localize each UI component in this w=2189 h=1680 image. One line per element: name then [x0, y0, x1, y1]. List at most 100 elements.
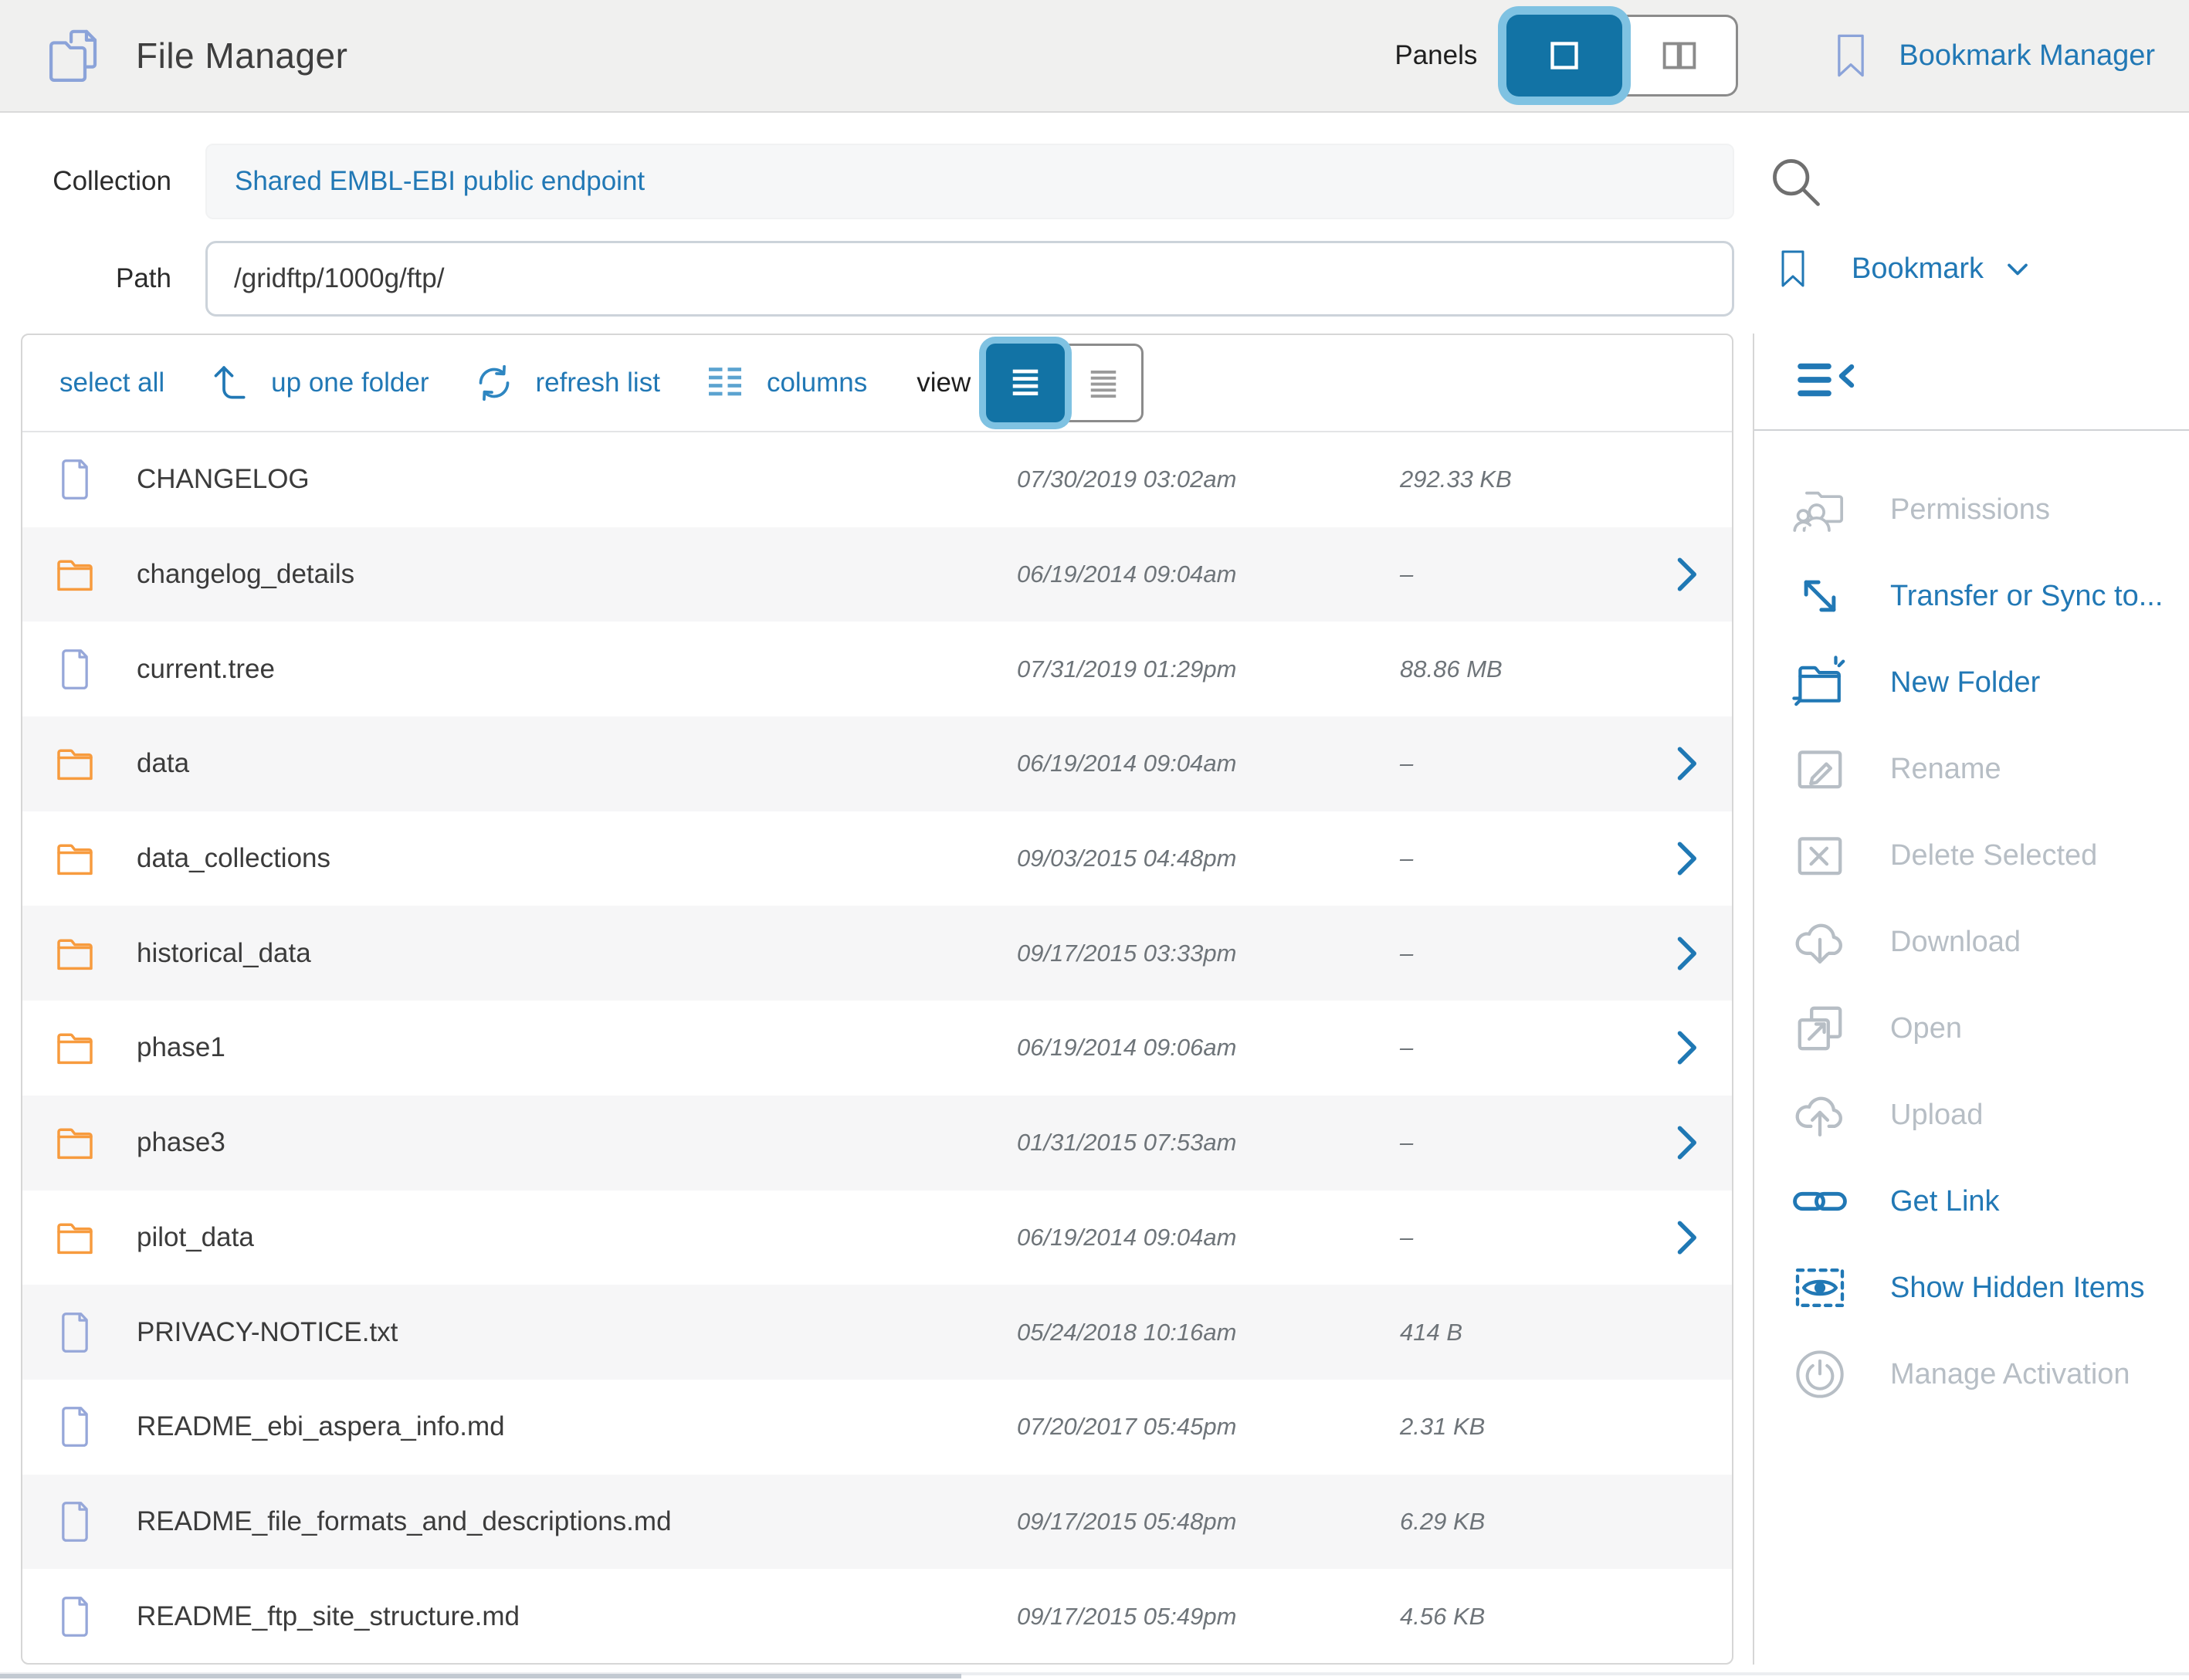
- chevron-placeholder: [1662, 1309, 1709, 1356]
- file-name: pilot_data: [137, 1222, 1017, 1253]
- file-date: 09/03/2015 04:48pm: [1017, 845, 1400, 872]
- sidebar-item-label: Get Link: [1890, 1185, 2000, 1218]
- collapse-sidebar-icon[interactable]: [1791, 357, 1862, 406]
- collection-label: Collection: [0, 166, 171, 197]
- file-size: 88.86 MB: [1400, 655, 1662, 683]
- new-folder-icon: [1790, 652, 1850, 713]
- select-all-button[interactable]: select all: [59, 368, 164, 398]
- folder-icon: [53, 835, 97, 882]
- manage-activation-icon: [1790, 1344, 1850, 1404]
- file-name: data: [137, 748, 1017, 779]
- sidebar-item-show-hidden[interactable]: Show Hidden Items: [1754, 1245, 2189, 1331]
- file-name: PRIVACY-NOTICE.txt: [137, 1317, 1017, 1348]
- dual-panel-icon: [1655, 32, 1703, 80]
- file-row[interactable]: PRIVACY-NOTICE.txt05/24/2018 10:16am414 …: [22, 1285, 1732, 1380]
- file-size: 4.56 KB: [1400, 1603, 1662, 1631]
- collection-field[interactable]: Shared EMBL-EBI public endpoint: [205, 144, 1734, 219]
- open-folder-chevron-icon[interactable]: [1662, 551, 1709, 598]
- file-icon: [53, 1498, 97, 1546]
- file-date: 06/19/2014 09:04am: [1017, 750, 1400, 777]
- bookmark-icon: [1774, 247, 1811, 290]
- path-row: Path: [0, 241, 1734, 317]
- folder-icon: [53, 1024, 97, 1072]
- chevron-placeholder: [1662, 456, 1709, 503]
- file-row[interactable]: phase106/19/2014 09:06am–: [22, 1001, 1732, 1096]
- up-one-folder-button[interactable]: up one folder: [208, 361, 429, 405]
- sidebar-item-transfer[interactable]: Transfer or Sync to...: [1754, 553, 2189, 639]
- file-size: –: [1400, 845, 1662, 872]
- file-icon: [53, 1403, 97, 1451]
- bookmark-button[interactable]: Bookmark: [1774, 247, 2035, 290]
- file-row[interactable]: pilot_data06/19/2014 09:04am–: [22, 1191, 1732, 1285]
- bottom-edge-accent: [0, 1674, 961, 1678]
- file-row[interactable]: phase301/31/2015 07:53am–: [22, 1096, 1732, 1191]
- refresh-list-button[interactable]: refresh list: [473, 361, 660, 405]
- file-name: data_collections: [137, 843, 1017, 874]
- sidebar-item-label: Delete Selected: [1890, 839, 2097, 872]
- up-arrow-icon: [208, 361, 251, 405]
- file-row[interactable]: CHANGELOG07/30/2019 03:02am292.33 KB: [22, 432, 1732, 527]
- file-name: README_ftp_site_structure.md: [137, 1601, 1017, 1632]
- file-date: 07/31/2019 01:29pm: [1017, 655, 1400, 683]
- file-row[interactable]: current.tree07/31/2019 01:29pm88.86 MB: [22, 622, 1732, 716]
- file-row[interactable]: data06/19/2014 09:04am–: [22, 716, 1732, 811]
- columns-button[interactable]: columns: [703, 361, 867, 405]
- folder-icon: [53, 1119, 97, 1167]
- file-size: 292.33 KB: [1400, 466, 1662, 493]
- file-list: CHANGELOG07/30/2019 03:02am292.33 KBchan…: [22, 432, 1732, 1664]
- sidebar-item-new-folder[interactable]: New Folder: [1754, 639, 2189, 726]
- file-row[interactable]: historical_data09/17/2015 03:33pm–: [22, 906, 1732, 1001]
- file-date: 05/24/2018 10:16am: [1017, 1319, 1400, 1346]
- list-view-button[interactable]: [986, 344, 1065, 422]
- open-folder-chevron-icon[interactable]: [1662, 740, 1709, 787]
- open-folder-chevron-icon[interactable]: [1662, 1119, 1709, 1166]
- file-row[interactable]: README_file_formats_and_descriptions.md0…: [22, 1475, 1732, 1570]
- folder-icon: [53, 1214, 97, 1262]
- file-size: –: [1400, 561, 1662, 588]
- dual-panel-button[interactable]: [1622, 15, 1738, 97]
- path-label: Path: [0, 263, 171, 294]
- chevron-placeholder: [1662, 1404, 1709, 1450]
- app-header: File Manager Panels Bookmark Manager: [0, 0, 2189, 113]
- download-icon: [1790, 912, 1850, 972]
- open-folder-chevron-icon[interactable]: [1662, 930, 1709, 977]
- bookmark-manager-link[interactable]: Bookmark Manager: [1829, 32, 2155, 80]
- file-size: –: [1400, 1034, 1662, 1062]
- collection-row: Collection Shared EMBL-EBI public endpoi…: [0, 144, 1734, 219]
- path-input[interactable]: [205, 241, 1734, 317]
- compact-view-button[interactable]: [1065, 344, 1144, 422]
- sidebar-item-label: Manage Activation: [1890, 1358, 2130, 1391]
- folder-icon: [53, 740, 97, 788]
- chevron-placeholder: [1662, 1499, 1709, 1545]
- search-icon[interactable]: [1767, 153, 1825, 212]
- page-title: File Manager: [136, 35, 347, 76]
- panels-toggle: [1506, 15, 1738, 97]
- open-icon: [1790, 998, 1850, 1058]
- get-link-icon: [1790, 1171, 1850, 1231]
- single-panel-icon: [1540, 32, 1588, 80]
- file-date: 06/19/2014 09:06am: [1017, 1034, 1400, 1062]
- chevron-down-icon: [2001, 252, 2035, 286]
- rename-icon: [1790, 739, 1850, 799]
- open-folder-chevron-icon[interactable]: [1662, 1214, 1709, 1261]
- file-row[interactable]: changelog_details06/19/2014 09:04am–: [22, 527, 1732, 622]
- refresh-icon: [473, 361, 516, 405]
- file-date: 06/19/2014 09:04am: [1017, 561, 1400, 588]
- file-name: phase3: [137, 1127, 1017, 1158]
- delete-icon: [1790, 825, 1850, 886]
- file-name: historical_data: [137, 938, 1017, 969]
- file-row[interactable]: README_ftp_site_structure.md09/17/2015 0…: [22, 1569, 1732, 1664]
- open-folder-chevron-icon[interactable]: [1662, 835, 1709, 882]
- open-folder-chevron-icon[interactable]: [1662, 1025, 1709, 1071]
- file-row[interactable]: README_ebi_aspera_info.md07/20/2017 05:4…: [22, 1380, 1732, 1475]
- sidebar-item-get-link[interactable]: Get Link: [1754, 1158, 2189, 1245]
- sidebar-item-label: Download: [1890, 926, 2021, 959]
- sidebar-item-label: Show Hidden Items: [1890, 1272, 2145, 1305]
- sidebar-item-rename: Rename: [1754, 726, 2189, 812]
- sidebar-top-bar: [1754, 334, 2189, 431]
- single-panel-button[interactable]: [1506, 15, 1622, 97]
- sidebar-item-download: Download: [1754, 899, 2189, 985]
- file-row[interactable]: data_collections09/03/2015 04:48pm–: [22, 811, 1732, 906]
- file-icon: [53, 1309, 97, 1357]
- transfer-icon: [1790, 566, 1850, 626]
